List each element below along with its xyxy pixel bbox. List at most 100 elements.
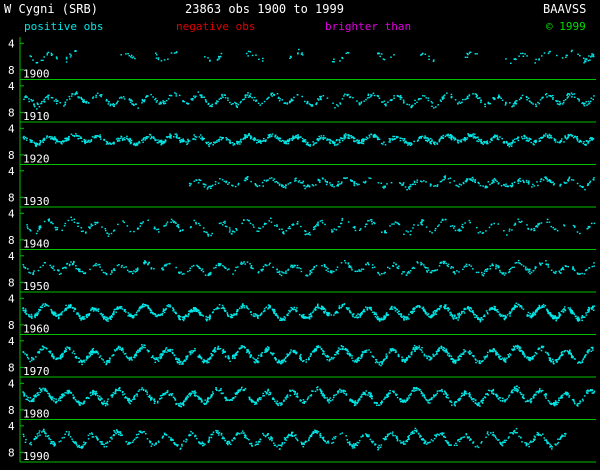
obs-point	[187, 142, 189, 144]
obs-point	[228, 182, 230, 184]
obs-point	[279, 98, 281, 100]
obs-point	[346, 134, 348, 136]
obs-point	[575, 315, 577, 317]
obs-point	[368, 264, 370, 266]
obs-point	[583, 62, 585, 64]
obs-point	[309, 314, 312, 316]
obs-point	[331, 230, 333, 233]
obs-point	[237, 143, 239, 145]
obs-point	[434, 229, 436, 232]
obs-point	[450, 96, 453, 98]
obs-point	[246, 350, 249, 353]
obs-point	[213, 309, 215, 311]
obs-point	[311, 268, 314, 271]
obs-point	[296, 307, 298, 309]
obs-point	[54, 311, 56, 313]
obs-point	[355, 314, 358, 317]
obs-point	[218, 140, 220, 142]
obs-point	[233, 143, 236, 146]
obs-point	[508, 312, 511, 315]
obs-point	[417, 224, 419, 226]
obs-point	[136, 267, 139, 269]
obs-point	[256, 230, 258, 232]
obs-point	[378, 320, 381, 322]
obs-point	[44, 96, 47, 99]
obs-point	[57, 317, 60, 320]
obs-point	[409, 270, 412, 272]
obs-point	[61, 143, 63, 145]
obs-point	[59, 313, 62, 315]
obs-point	[119, 346, 121, 348]
obs-point	[129, 101, 132, 103]
obs-point	[468, 352, 470, 354]
obs-point	[129, 140, 131, 143]
obs-point	[578, 100, 580, 102]
obs-point	[308, 103, 311, 105]
obs-point	[352, 315, 354, 318]
obs-point	[317, 178, 320, 181]
obs-point	[434, 227, 437, 230]
obs-point	[147, 305, 149, 307]
obs-point	[68, 264, 71, 267]
obs-point	[463, 349, 465, 351]
obs-point	[253, 137, 256, 139]
obs-point	[391, 305, 393, 308]
obs-point	[312, 310, 315, 312]
obs-point	[250, 265, 253, 267]
obs-point	[517, 218, 520, 220]
obs-point	[582, 186, 584, 188]
obs-point	[378, 52, 381, 55]
obs-point	[538, 59, 540, 61]
obs-point	[418, 98, 421, 100]
obs-point	[65, 308, 67, 310]
obs-point	[150, 310, 153, 312]
obs-point	[38, 227, 40, 229]
obs-point	[186, 356, 189, 358]
obs-point	[412, 347, 415, 349]
obs-point	[475, 271, 478, 274]
obs-point	[450, 266, 453, 268]
obs-point	[272, 266, 274, 268]
obs-series-1900	[29, 48, 595, 64]
obs-point	[352, 97, 354, 99]
obs-point	[384, 230, 386, 232]
obs-point	[30, 99, 32, 101]
obs-point	[547, 263, 550, 266]
obs-point	[52, 222, 54, 225]
obs-point	[384, 316, 387, 318]
obs-point	[321, 265, 323, 267]
obs-point	[327, 138, 330, 141]
obs-point	[385, 314, 388, 317]
obs-point	[105, 98, 108, 101]
obs-point	[353, 182, 356, 184]
obs-point	[476, 136, 479, 139]
obs-point	[236, 106, 239, 108]
obs-point	[564, 99, 567, 101]
obs-point	[80, 227, 83, 229]
obs-point	[127, 357, 130, 360]
obs-point	[160, 144, 162, 146]
obs-point	[223, 308, 226, 310]
obs-point	[29, 272, 32, 274]
obs-point	[259, 141, 262, 143]
obs-point	[120, 54, 122, 56]
obs-point	[593, 262, 595, 264]
obs-point	[293, 308, 295, 310]
obs-point	[199, 179, 202, 182]
obs-point	[506, 234, 508, 236]
obs-point	[99, 313, 102, 315]
obs-point	[30, 140, 32, 142]
obs-point	[296, 221, 299, 223]
obs-point	[245, 305, 248, 307]
obs-point	[429, 271, 432, 273]
obs-point	[243, 261, 245, 263]
obs-point	[297, 135, 299, 137]
obs-point	[56, 227, 59, 229]
obs-point	[84, 272, 87, 274]
obs-point	[342, 346, 345, 348]
obs-point	[515, 302, 518, 304]
obs-point	[268, 220, 270, 222]
obs-point	[344, 93, 346, 95]
obs-point	[377, 95, 380, 98]
obs-point	[43, 262, 46, 264]
